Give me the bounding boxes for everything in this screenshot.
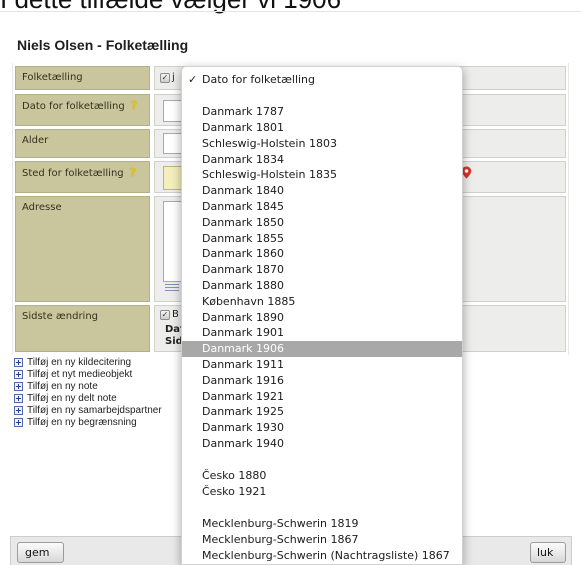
dropdown-separator: [182, 88, 462, 105]
dropdown-option[interactable]: Danmark 1880: [182, 278, 462, 294]
dropdown-option[interactable]: Danmark 1870: [182, 262, 462, 278]
dropdown-option[interactable]: Česko 1880: [182, 468, 462, 484]
dropdown-option[interactable]: Mecklenburg-Schwerin (Nachtragsliste) 18…: [182, 548, 462, 564]
census-date-label-text: Dato for folketælling: [22, 101, 125, 112]
dropdown-option[interactable]: Danmark 1921: [182, 389, 462, 405]
dropdown-option[interactable]: Danmark 1855: [182, 231, 462, 247]
dropdown-option[interactable]: Danmark 1930: [182, 420, 462, 436]
dropdown-option[interactable]: Danmark 1834: [182, 152, 462, 168]
census-value-text: j: [172, 72, 175, 83]
dropdown-option[interactable]: Danmark 1911: [182, 357, 462, 373]
census-place-label: Sted for folketælling: [15, 161, 150, 193]
dropdown-option-highlighted[interactable]: Danmark 1906: [182, 341, 462, 358]
dropdown-option[interactable]: Danmark 1901: [182, 325, 462, 341]
census-checkbox[interactable]: [160, 73, 170, 83]
expand-plus-icon[interactable]: [14, 370, 23, 379]
age-label-text: Alder: [22, 135, 49, 146]
add-link[interactable]: Tilføj en ny samarbejdspartner: [14, 405, 162, 417]
add-link-label[interactable]: Tilføj en ny note: [27, 381, 98, 392]
dropdown-option[interactable]: Schleswig-Holstein 1803: [182, 136, 462, 152]
dropdown-option[interactable]: Mecklenburg-Schwerin 1819: [182, 516, 462, 532]
save-button[interactable]: gem: [17, 542, 64, 563]
address-label: Adresse: [15, 196, 150, 302]
dropdown-option[interactable]: Danmark 1850: [182, 215, 462, 231]
add-link-label[interactable]: Tilføj en ny samarbejdspartner: [27, 405, 162, 416]
expand-plus-icon[interactable]: [14, 382, 23, 391]
add-link-label[interactable]: Tilføj en ny delt note: [27, 393, 117, 404]
dropdown-option[interactable]: Česko 1921: [182, 484, 462, 500]
add-links-list: Tilføj en ny kildecitering Tilføj et nyt …: [14, 357, 162, 429]
add-link-label[interactable]: Tilføj en ny begrænsning: [27, 417, 137, 428]
census-place-label-text: Sted for folketælling: [22, 168, 124, 179]
last-changed-checkbox[interactable]: [160, 310, 170, 320]
last-changed-label-text: Sidste ændring: [22, 311, 99, 322]
census-label-text: Folketælling: [22, 72, 83, 83]
dropdown-option[interactable]: Danmark 1925: [182, 404, 462, 420]
close-button[interactable]: luk: [530, 542, 566, 563]
divider: [0, 11, 581, 12]
dropdown-option-checked[interactable]: Dato for folketælling: [182, 72, 462, 88]
census-date-label: Dato for folketælling: [15, 94, 150, 126]
dropdown-option[interactable]: Danmark 1787: [182, 104, 462, 120]
address-label-text: Adresse: [22, 202, 62, 213]
dropdown-option[interactable]: Danmark 1940: [182, 436, 462, 452]
add-link-label[interactable]: Tilføj en ny kildecitering: [27, 357, 131, 368]
last-changed-checkbox-text: B: [172, 309, 179, 320]
dropdown-option[interactable]: Danmark 1916: [182, 373, 462, 389]
add-link[interactable]: Tilføj et nyt medieobjekt: [14, 369, 162, 381]
expand-plus-icon[interactable]: [14, 394, 23, 403]
question-mark-icon[interactable]: [130, 166, 136, 179]
dropdown-option[interactable]: Danmark 1840: [182, 183, 462, 199]
add-link[interactable]: Tilføj en ny delt note: [14, 393, 162, 405]
dropdown-option[interactable]: Danmark 1845: [182, 199, 462, 215]
add-link[interactable]: Tilføj en ny begrænsning: [14, 417, 162, 429]
expand-plus-icon[interactable]: [14, 418, 23, 427]
census-label: Folketælling: [15, 66, 150, 90]
add-link[interactable]: Tilføj en ny note: [14, 381, 162, 393]
census-date-dropdown-menu[interactable]: Dato for folketællingDanmark 1787Danmark…: [181, 66, 463, 565]
add-link-label[interactable]: Tilføj et nyt medieobjekt: [27, 369, 132, 380]
expand-plus-icon[interactable]: [14, 406, 23, 415]
dropdown-option[interactable]: Mecklenburg-Schwerin 1867: [182, 532, 462, 548]
age-label: Alder: [15, 129, 150, 158]
resize-handle-icon[interactable]: [165, 284, 179, 291]
dropdown-option[interactable]: Danmark 1801: [182, 120, 462, 136]
page-title: Niels Olsen - Folketælling: [17, 37, 189, 53]
dropdown-option[interactable]: Danmark 1890: [182, 310, 462, 326]
dropdown-option[interactable]: Danmark 1860: [182, 246, 462, 262]
last-changed-label: Sidste ændring: [15, 305, 150, 352]
add-link[interactable]: Tilføj en ny kildecitering: [14, 357, 162, 369]
dropdown-option[interactable]: København 1885: [182, 294, 462, 310]
dropdown-separator: [182, 452, 462, 469]
question-mark-icon[interactable]: [131, 99, 137, 112]
expand-plus-icon[interactable]: [14, 358, 23, 367]
dropdown-option[interactable]: Schleswig-Holstein 1835: [182, 167, 462, 183]
dropdown-separator: [182, 500, 462, 517]
